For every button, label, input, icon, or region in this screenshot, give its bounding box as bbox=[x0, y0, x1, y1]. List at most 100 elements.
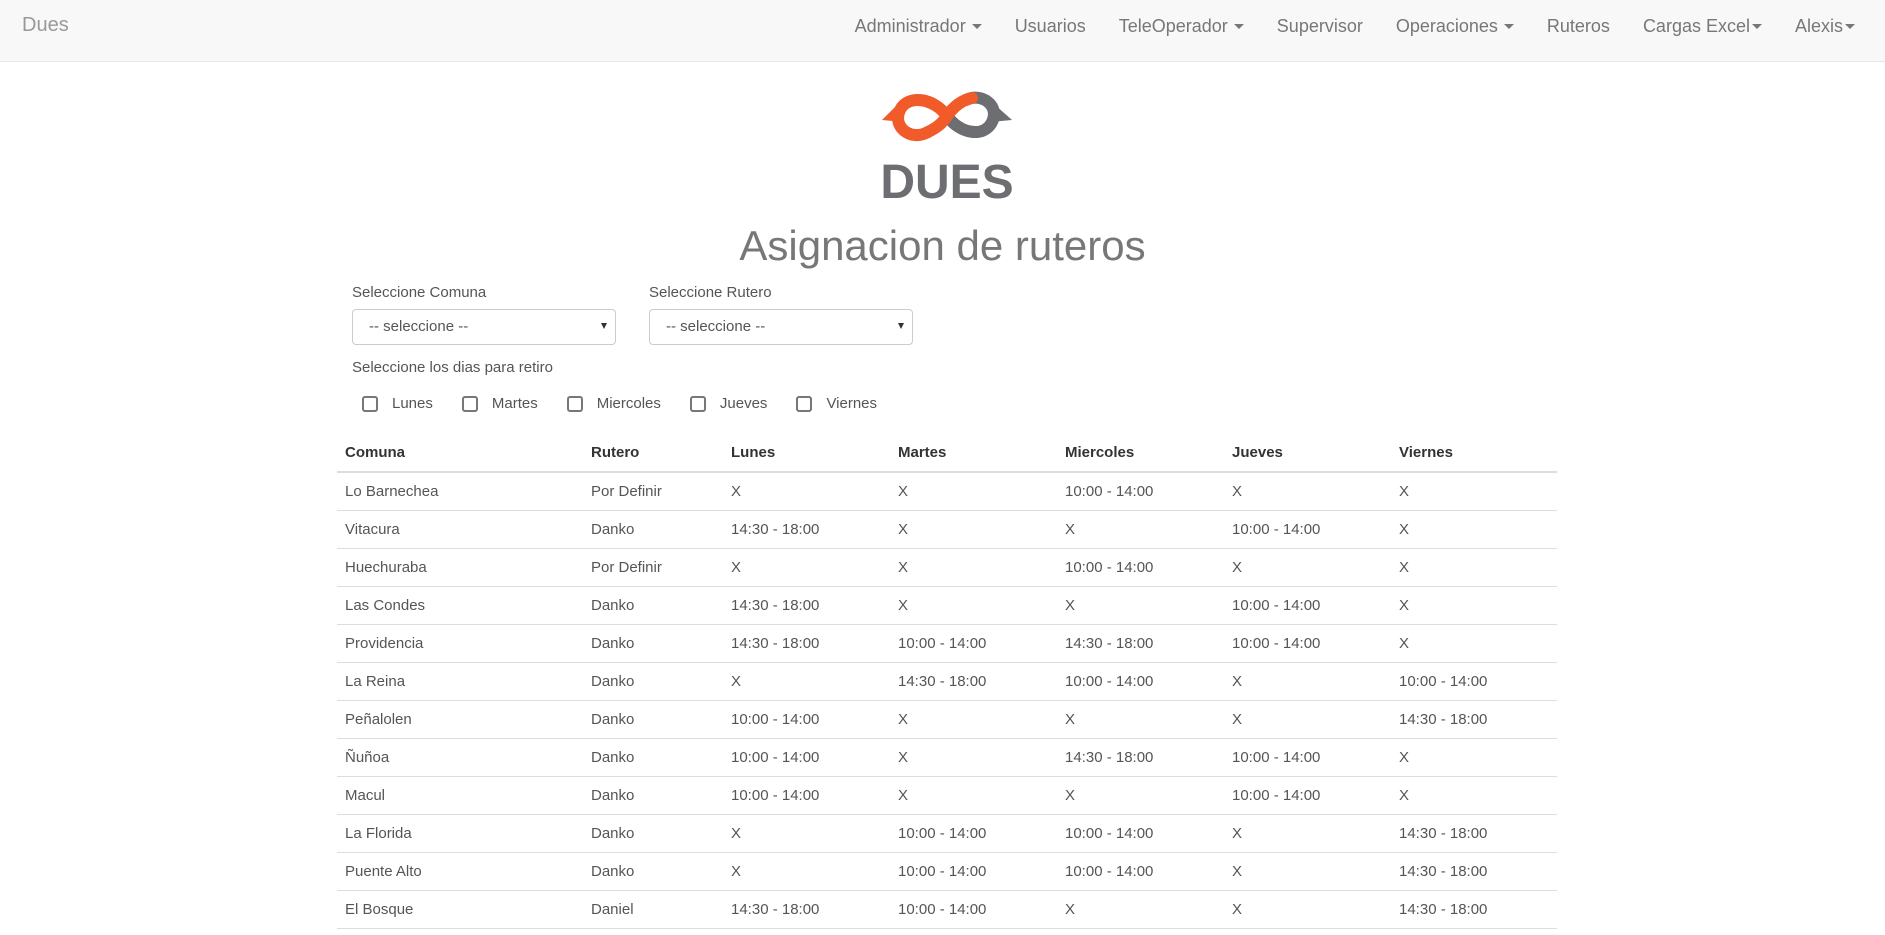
table-cell: 10:00 - 14:00 bbox=[1057, 662, 1224, 701]
checkbox-label: Viernes bbox=[826, 395, 878, 412]
table-cell: Macul bbox=[337, 776, 583, 815]
table-cell: 10:00 - 14:00 bbox=[1224, 738, 1391, 777]
table-cell: Danko bbox=[583, 700, 723, 739]
table-cell: 14:30 - 18:00 bbox=[1057, 624, 1224, 663]
table-row: Vitacura Danko 14:30 - 18:00 X X 10:00 - 14:0… bbox=[337, 510, 1557, 549]
table-cell: Providencia bbox=[337, 624, 583, 663]
nav-item-ruteros[interactable]: Ruteros bbox=[1547, 16, 1610, 37]
caret-down-icon bbox=[1233, 23, 1244, 29]
brand-link[interactable]: Dues bbox=[22, 14, 69, 37]
select-arrow-icon bbox=[898, 323, 904, 329]
caret-down-icon bbox=[1751, 23, 1762, 29]
select-arrow-icon bbox=[601, 323, 607, 329]
rutero-select-value: -- seleccione -- bbox=[666, 318, 766, 335]
nav-item-administrador[interactable]: Administrador bbox=[855, 16, 982, 37]
table-cell: 10:00 - 14:00 bbox=[890, 814, 1057, 853]
table-cell: X bbox=[1057, 776, 1224, 815]
table-cell: 10:00 - 14:00 bbox=[1224, 624, 1391, 663]
table-cell: Danko bbox=[583, 586, 723, 625]
table-cell: 14:30 - 18:00 bbox=[723, 586, 890, 625]
table-cell: X bbox=[1224, 548, 1391, 587]
table-cell: 10:00 - 14:00 bbox=[1224, 776, 1391, 815]
table-cell: X bbox=[1224, 471, 1391, 511]
table-cell: X bbox=[890, 471, 1057, 511]
page-title: Asignacion de ruteros bbox=[739, 222, 1146, 269]
table-row: Huechuraba Por Definir X X 10:00 - 14:00 X X bbox=[337, 548, 1557, 587]
table-cell: X bbox=[1224, 814, 1391, 853]
checkbox-label: Jueves bbox=[719, 395, 768, 412]
table-cell: X bbox=[1057, 510, 1224, 549]
nav-item-cargas-excel[interactable]: Cargas Excel bbox=[1643, 16, 1762, 37]
dia-option-martes: Martes bbox=[461, 395, 538, 412]
column-header: Viernes bbox=[1391, 433, 1557, 473]
nav-item-label: Usuarios bbox=[1014, 15, 1086, 36]
table-cell: X bbox=[1391, 510, 1557, 549]
table-cell: 10:00 - 14:00 bbox=[1391, 662, 1557, 701]
table-cell: Lo Barnechea bbox=[337, 471, 583, 511]
table-cell: Danko bbox=[583, 624, 723, 663]
rutero-select[interactable]: -- seleccione -- bbox=[649, 309, 913, 345]
table-cell: X bbox=[890, 586, 1057, 625]
nav-menu: Administrador Usuarios TeleOperador Supervi… bbox=[822, 0, 1855, 52]
column-header: Comuna bbox=[337, 433, 583, 473]
table-cell: X bbox=[723, 548, 890, 587]
table-cell: X bbox=[1391, 738, 1557, 777]
table-cell: X bbox=[890, 776, 1057, 815]
comuna-select[interactable]: -- seleccione -- bbox=[352, 309, 616, 345]
table-body: Lo Barnechea Por Definir X X 10:00 - 14:00 X X… bbox=[337, 471, 1557, 929]
table-cell: 14:30 - 18:00 bbox=[890, 662, 1057, 701]
table-cell: 10:00 - 14:00 bbox=[890, 852, 1057, 891]
checkbox-martes[interactable] bbox=[461, 395, 478, 412]
table-row: Puente Alto Danko X 10:00 - 14:00 10:00 - 14… bbox=[337, 852, 1557, 891]
table-cell: Danko bbox=[583, 776, 723, 815]
dia-option-jueves: Jueves bbox=[689, 395, 768, 412]
table-cell: Vitacura bbox=[337, 510, 583, 549]
table-cell: 14:30 - 18:00 bbox=[1391, 700, 1557, 739]
column-header: Lunes bbox=[723, 433, 890, 473]
table-cell: 14:30 - 18:00 bbox=[1057, 738, 1224, 777]
table-cell: Danko bbox=[583, 814, 723, 853]
logo-text: DUES bbox=[880, 156, 1013, 204]
table-cell: 10:00 - 14:00 bbox=[723, 776, 890, 815]
checkbox-miercoles[interactable] bbox=[566, 395, 583, 412]
table-row: Las Condes Danko 14:30 - 18:00 X X 10:00 - 14… bbox=[337, 586, 1557, 625]
table-cell: La Reina bbox=[337, 662, 583, 701]
table-cell: X bbox=[890, 700, 1057, 739]
dias-label: Seleccione los dias para retiro bbox=[352, 359, 553, 376]
table-cell: X bbox=[723, 471, 890, 511]
table-cell: X bbox=[1391, 548, 1557, 587]
nav-item-label: Administrador bbox=[854, 15, 966, 36]
table-row: El Bosque Daniel 14:30 - 18:00 10:00 - 14:0… bbox=[337, 890, 1557, 929]
checkbox-jueves[interactable] bbox=[689, 395, 706, 412]
table-cell: X bbox=[890, 510, 1057, 549]
table-row: Providencia Danko 14:30 - 18:00 10:00 - 14:… bbox=[337, 624, 1557, 663]
table-cell: X bbox=[1391, 624, 1557, 663]
table-cell: Por Definir bbox=[583, 471, 723, 511]
checkbox-viernes[interactable] bbox=[796, 395, 813, 412]
table-row: Peñalolen Danko 10:00 - 14:00 X X X 14:30 - 18… bbox=[337, 700, 1557, 739]
table-cell: Peñalolen bbox=[337, 700, 583, 739]
nav-item-teleoperador[interactable]: TeleOperador bbox=[1119, 16, 1244, 37]
caret-down-icon bbox=[1503, 23, 1514, 29]
table-cell: La Florida bbox=[337, 814, 583, 853]
rutero-label: Seleccione Rutero bbox=[649, 284, 772, 301]
table-cell: Puente Alto bbox=[337, 852, 583, 891]
table-cell: X bbox=[1391, 471, 1557, 511]
checkbox-lunes[interactable] bbox=[362, 395, 378, 412]
table-cell: 10:00 - 14:00 bbox=[723, 738, 890, 777]
table-cell: X bbox=[1057, 890, 1224, 929]
nav-item-alexis[interactable]: Alexis bbox=[1795, 16, 1855, 37]
table-cell: Danko bbox=[583, 662, 723, 701]
table-cell: Huechuraba bbox=[337, 548, 583, 587]
nav-item-label: Supervisor bbox=[1276, 15, 1363, 36]
table-cell: X bbox=[1391, 776, 1557, 815]
table-cell: X bbox=[1057, 700, 1224, 739]
table-row: Ñuñoa Danko 10:00 - 14:00 X 14:30 - 18:00 10:… bbox=[337, 738, 1557, 777]
table-cell: 10:00 - 14:00 bbox=[723, 700, 890, 739]
table-cell: 10:00 - 14:00 bbox=[1057, 471, 1224, 511]
nav-item-supervisor[interactable]: Supervisor bbox=[1277, 16, 1363, 37]
table-cell: X bbox=[1057, 586, 1224, 625]
nav-item-operaciones[interactable]: Operaciones bbox=[1396, 16, 1514, 37]
nav-item-usuarios[interactable]: Usuarios bbox=[1015, 16, 1086, 37]
table-cell: 14:30 - 18:00 bbox=[723, 510, 890, 549]
